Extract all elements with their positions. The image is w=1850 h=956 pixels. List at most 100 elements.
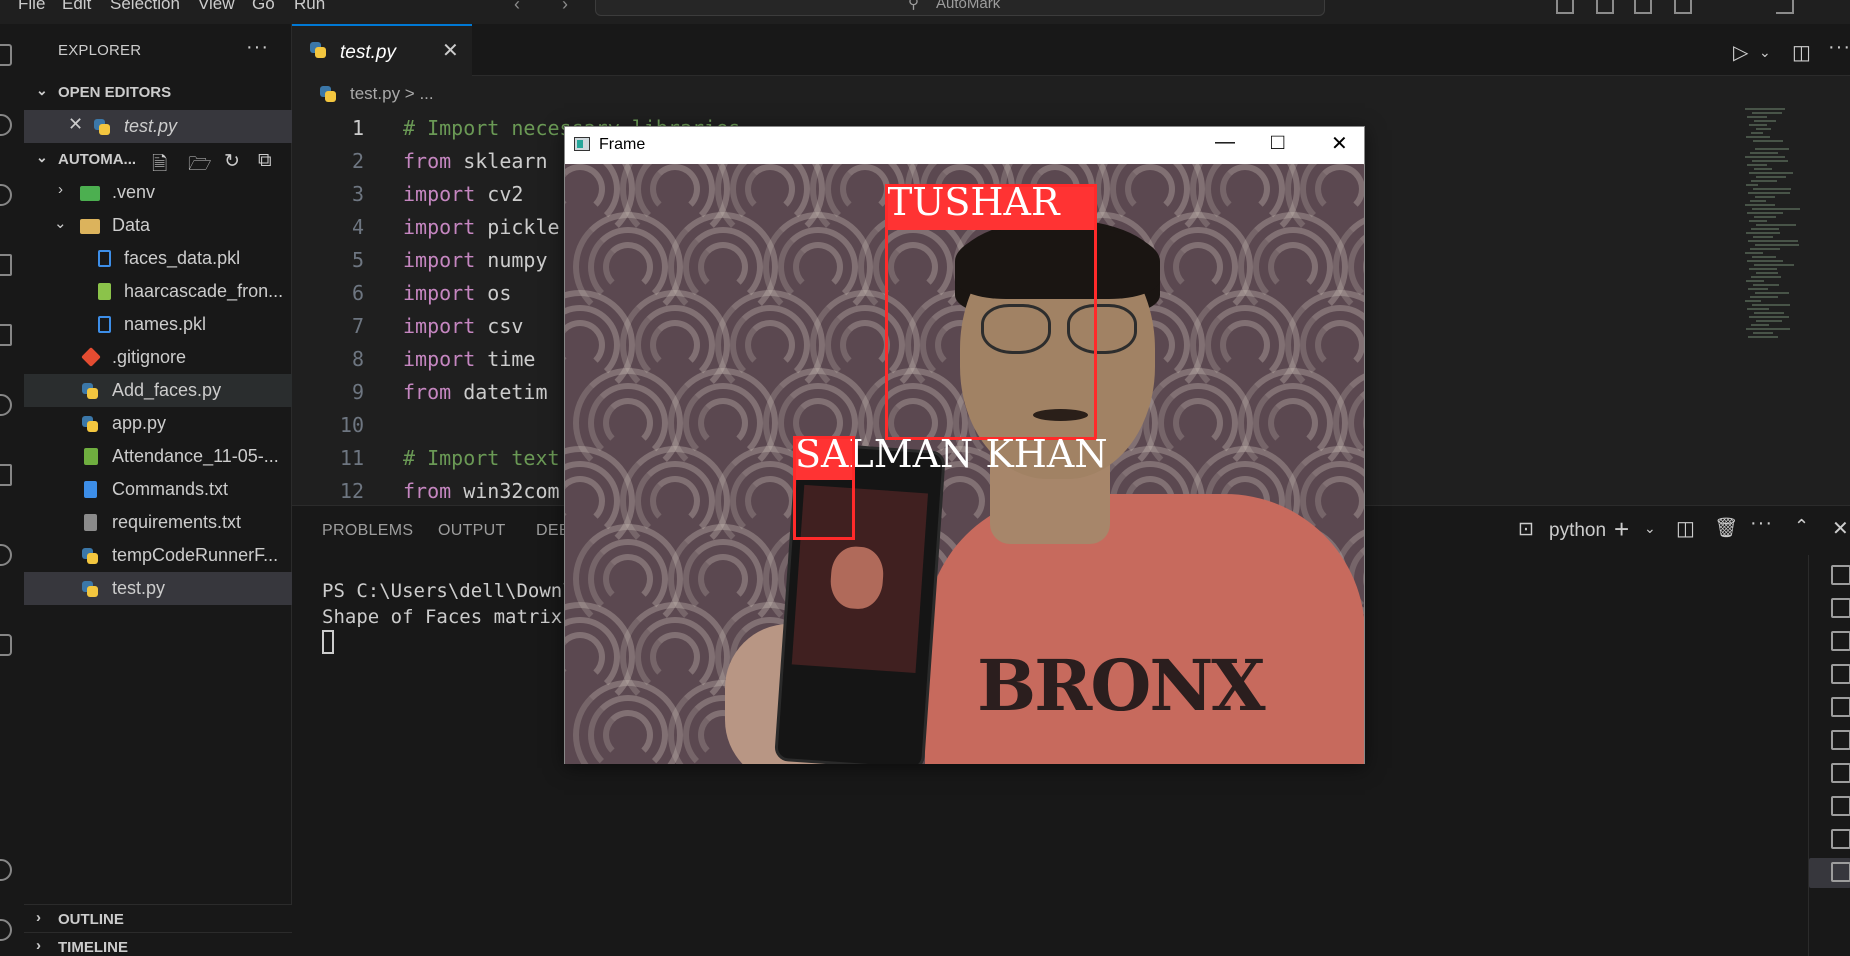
run-debug-icon[interactable] bbox=[0, 254, 12, 276]
python-activity-icon[interactable] bbox=[0, 544, 12, 566]
line-number: 5 bbox=[351, 248, 364, 272]
terminal-instance-icon[interactable] bbox=[1831, 796, 1850, 816]
wallpaper-arc bbox=[840, 164, 890, 214]
minimap[interactable] bbox=[1745, 108, 1825, 338]
tree-file-tempcoderunner[interactable]: tempCodeRunnerF... bbox=[24, 539, 292, 572]
extensions-icon[interactable] bbox=[0, 324, 12, 346]
file-icon bbox=[98, 316, 111, 333]
remote-explorer-icon[interactable] bbox=[0, 464, 12, 486]
tree-item-label: .venv bbox=[112, 182, 156, 202]
source-control-icon[interactable] bbox=[0, 184, 12, 206]
code-text: os bbox=[475, 281, 512, 305]
customize-layout-icon[interactable] bbox=[1674, 0, 1692, 14]
accounts-icon[interactable] bbox=[0, 859, 12, 881]
tree-file-names[interactable]: names.pkl bbox=[24, 308, 292, 341]
new-terminal-plus-icon[interactable]: + bbox=[1614, 514, 1629, 545]
terminal-dropdown-chevron-icon[interactable]: ⌄ bbox=[1644, 520, 1656, 537]
tree-file-requirements[interactable]: requirements.txt bbox=[24, 506, 292, 539]
menu-selection[interactable]: Selection bbox=[110, 0, 180, 14]
timeline-section[interactable]: › TIMELINE bbox=[24, 932, 292, 956]
terminal-name[interactable]: python bbox=[1549, 520, 1606, 542]
frame-close-icon[interactable]: ✕ bbox=[1331, 131, 1348, 156]
close-panel-icon[interactable]: ✕ bbox=[1832, 516, 1849, 541]
minimap-line bbox=[1750, 248, 1780, 250]
frame-app-icon bbox=[574, 137, 590, 151]
wallpaper-arc bbox=[1173, 242, 1223, 292]
requirements-file-icon bbox=[84, 514, 97, 531]
wallpaper-arc bbox=[603, 710, 653, 760]
search-activity-icon[interactable] bbox=[0, 114, 12, 136]
tree-folder-data[interactable]: ⌄ Data bbox=[24, 209, 292, 242]
tree-file-faces-data[interactable]: faces_data.pkl bbox=[24, 242, 292, 275]
kill-terminal-trash-icon[interactable]: 🗑 bbox=[1714, 516, 1738, 540]
tree-file-haarcascade[interactable]: haarcascade_fron... bbox=[24, 275, 292, 308]
tab-problems[interactable]: PROBLEMS bbox=[322, 522, 413, 540]
open-editor-test-py[interactable]: ✕ test.py bbox=[24, 110, 292, 143]
terminal-instance-icon[interactable] bbox=[1831, 697, 1850, 717]
menu-go[interactable]: Go bbox=[252, 0, 275, 14]
back-arrow-icon[interactable]: ‹ bbox=[514, 0, 520, 15]
terminal-instance-icon[interactable] bbox=[1831, 664, 1850, 684]
tree-file-gitignore[interactable]: .gitignore bbox=[24, 341, 292, 374]
split-terminal-icon[interactable]: ◫ bbox=[1676, 516, 1695, 541]
frame-window[interactable]: Frame — □ ✕ BRONX TUSHAR SALMAN KHAN bbox=[564, 126, 1365, 764]
command-center[interactable]: ⚲ AutoMark bbox=[595, 0, 1325, 16]
frame-minimize-icon[interactable]: — bbox=[1215, 131, 1235, 154]
refresh-icon[interactable]: ↻ bbox=[224, 150, 240, 173]
run-dropdown-chevron-icon[interactable]: ⌄ bbox=[1759, 44, 1771, 61]
tree-file-attendance[interactable]: Attendance_11-05-... bbox=[24, 440, 292, 473]
text-file-icon bbox=[84, 481, 97, 498]
frame-title-bar[interactable]: Frame — □ ✕ bbox=[565, 127, 1364, 164]
explorer-icon[interactable] bbox=[0, 44, 12, 66]
tree-file-test[interactable]: test.py bbox=[24, 572, 292, 605]
terminal-instance-list[interactable] bbox=[1808, 555, 1850, 956]
tree-file-commands[interactable]: Commands.txt bbox=[24, 473, 292, 506]
menu-edit[interactable]: Edit bbox=[62, 0, 91, 14]
terminal-instance-icon[interactable] bbox=[1831, 730, 1850, 750]
close-tab-icon[interactable]: ✕ bbox=[442, 38, 459, 63]
terminal-instance-icon[interactable] bbox=[1831, 763, 1850, 783]
frame-maximize-icon[interactable]: □ bbox=[1271, 129, 1284, 155]
wallpaper-arc bbox=[698, 398, 748, 448]
terminal-instance-icon[interactable] bbox=[1831, 565, 1850, 585]
open-folder-icon bbox=[80, 219, 100, 234]
panel-more-icon[interactable]: ··· bbox=[1750, 512, 1773, 535]
tab-output[interactable]: OUTPUT bbox=[438, 522, 506, 540]
run-python-file-icon[interactable]: ▷ bbox=[1733, 40, 1748, 65]
toggle-secondary-sidebar-icon[interactable] bbox=[1634, 0, 1652, 14]
manage-gear-icon[interactable] bbox=[0, 919, 12, 941]
collapse-all-icon[interactable]: ⧉ bbox=[258, 150, 272, 172]
code-line: import numpy bbox=[403, 248, 548, 272]
minimize-window-icon[interactable] bbox=[1776, 0, 1794, 14]
tree-folder-venv[interactable]: › .venv bbox=[24, 176, 292, 209]
open-editors-header[interactable]: ⌄ OPEN EDITORS bbox=[24, 80, 292, 106]
outline-section[interactable]: › OUTLINE bbox=[24, 904, 292, 932]
forward-arrow-icon[interactable]: › bbox=[562, 0, 568, 15]
wallpaper-arc bbox=[793, 242, 843, 292]
close-editor-icon[interactable]: ✕ bbox=[68, 114, 83, 135]
explorer-more-icon[interactable]: ··· bbox=[246, 36, 269, 59]
maximize-panel-chevron-up-icon[interactable]: ⌃ bbox=[1794, 516, 1809, 537]
terminal-instance-icon[interactable] bbox=[1831, 598, 1850, 618]
code-keyword: from bbox=[403, 479, 452, 503]
tab-test-py[interactable]: test.py ✕ bbox=[292, 24, 472, 76]
split-editor-icon[interactable]: ◫ bbox=[1792, 40, 1811, 65]
tree-file-add-faces[interactable]: Add_faces.py bbox=[24, 374, 292, 407]
testing-icon[interactable] bbox=[0, 394, 12, 416]
minimap-line bbox=[1755, 148, 1789, 150]
editor-more-icon[interactable]: ··· bbox=[1828, 36, 1850, 59]
menu-run[interactable]: Run bbox=[294, 0, 325, 14]
minimap-line bbox=[1750, 296, 1778, 298]
menu-file[interactable]: File bbox=[18, 0, 45, 14]
tree-file-app[interactable]: app.py bbox=[24, 407, 292, 440]
menu-view[interactable]: View bbox=[198, 0, 235, 14]
code-keyword: import bbox=[403, 314, 476, 338]
breadcrumb[interactable]: test.py > ... bbox=[320, 84, 434, 104]
terminal-instance-icon[interactable] bbox=[1831, 631, 1850, 651]
toggle-sidebar-icon[interactable] bbox=[1556, 0, 1574, 14]
terminal-instance-icon[interactable] bbox=[1831, 862, 1850, 882]
terminal-instance-icon[interactable] bbox=[1831, 829, 1850, 849]
docker-icon[interactable] bbox=[0, 634, 12, 656]
toggle-panel-icon[interactable] bbox=[1596, 0, 1614, 14]
minimap-line bbox=[1749, 220, 1767, 222]
